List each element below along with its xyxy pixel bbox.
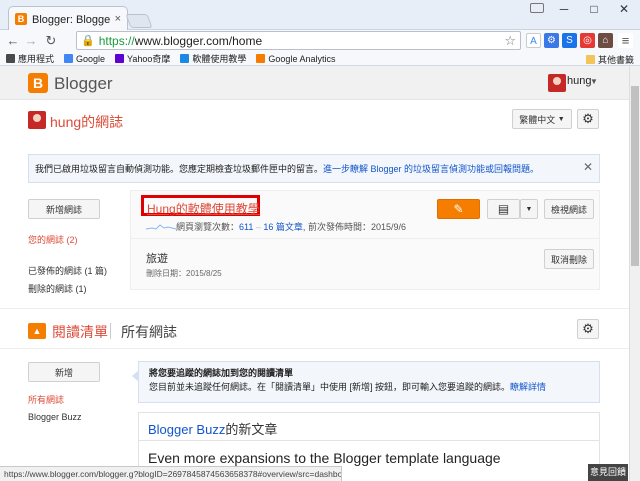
post-count[interactable]: 16 篇文章 [263,222,303,232]
spam-notice: 我們已啟用垃圾留言自動偵測功能。您應定期檢查垃圾郵件匣中的留言。 進一步瞭解 Bl… [28,154,600,183]
new-post-button[interactable]: ✎ [437,199,480,219]
page-scrollbar[interactable] [629,66,640,481]
apps-grid-icon [6,54,15,63]
blogger-favicon-icon: B [15,12,27,25]
learn-more-link[interactable]: 瞭解詳情 [510,382,546,392]
status-bar: https://www.blogger.com/blogger.g?blogID… [0,466,342,481]
back-icon[interactable]: ← [4,33,22,49]
pencil-icon: ✎ [453,202,464,216]
url-scheme: https:// [98,33,135,48]
url-path: www.blogger.com/home [134,33,263,48]
divider [110,323,111,339]
sidebar-item-blogger-buzz[interactable]: Blogger Buzz [28,412,82,422]
extension-icon[interactable]: ⚙ [544,33,559,48]
chevron-down-icon: ▼ [557,115,565,123]
list-icon: ▤ [497,202,510,216]
forward-icon[interactable]: → [22,33,40,49]
divider [138,440,600,441]
info-text: 您目前並未追蹤任何網誌。在「閱讀清單」中使用 [新增] 按鈕，即可輸入您要追蹤的… [149,382,511,392]
new-tab-button[interactable] [125,14,153,28]
feedback-button[interactable]: 意見回饋 [588,464,628,481]
user-name[interactable]: hung [567,75,591,87]
bookmark-yahoo[interactable]: Yahoo奇摩 [115,52,170,65]
google-icon [64,54,74,63]
blog-avatar [28,111,46,129]
bookmark-tutorial[interactable]: 軟體使用教學 [180,52,246,65]
browser-titlebar: B Blogger: Blogger 資訊主 × ─ □ ✕ [0,0,640,30]
extension-icon[interactable]: ◎ [580,33,595,48]
blog-name-link[interactable]: Hung的軟體使用教學 [147,200,260,217]
page-title[interactable]: hung的網誌 [50,112,123,132]
bookmark-analytics[interactable]: Google Analytics [256,54,335,64]
close-window-button[interactable]: ✕ [610,2,638,16]
posts-list-button[interactable]: ▤ [487,199,520,219]
info-title: 將您要追蹤的網誌加到您的閱讀清單 [149,368,294,378]
tab-close-icon[interactable]: × [115,13,121,25]
blogger-logo-icon[interactable]: B [28,73,48,93]
lock-icon: 🔒 [81,35,95,47]
bookmark-star-icon[interactable]: ☆ [504,33,516,49]
collapse-icon[interactable]: ▲ [28,323,46,339]
language-select[interactable]: 繁體中文 ▼ [512,109,572,129]
sidebar-item-deleted[interactable]: 刪除的網誌 (1) [28,282,87,295]
menu-icon[interactable]: ≡ [618,33,633,48]
sidebar-item-published[interactable]: 已發佈的網誌 (1 篇) [28,264,107,277]
divider [130,238,600,239]
close-icon[interactable]: ✕ [583,160,593,174]
pageview-sparkline [146,224,176,230]
analytics-icon [256,54,266,63]
reading-list-info: 將您要追蹤的網誌加到您的閱讀清單 您目前並未追蹤任何網誌。在「閱讀清單」中使用 … [132,361,600,403]
scrollbar-thumb[interactable] [631,86,639,266]
extension-icon[interactable]: ⌂ [598,33,613,48]
reload-icon[interactable]: ↻ [42,33,60,49]
avatar[interactable] [548,74,566,92]
undelete-button[interactable]: 取消刪除 [544,249,594,269]
chevron-down-icon: ▼ [525,205,533,213]
blog-options-dropdown[interactable]: ▼ [520,199,538,219]
notice-link[interactable]: 進一步瞭解 Blogger 的垃圾留言偵測功能或回報問題。 [323,162,539,175]
folder-icon [585,55,595,64]
all-blogs-title: 所有網誌 [121,324,177,340]
sidebar-item-all-blogs[interactable]: 所有網誌 [28,393,64,406]
blogger-page: B Blogger hung ▼ hung的網誌 繁體中文 ▼ ⚙ 我們已啟用垃… [0,66,629,481]
blog-stats: 網頁瀏覽次數：611 – 16 篇文章, 前次發佈時間：2015/9/6 [176,222,406,232]
last-published: 前次發佈時間：2015/9/6 [307,222,406,232]
pageviews-count[interactable]: 611 [239,222,253,232]
blogger-header: B Blogger hung ▼ [0,66,629,100]
new-blog-button[interactable]: 新增網誌 [28,199,100,219]
bookmarks-bar: 應用程式 Google Yahoo奇摩 軟體使用教學 Google Analyt… [0,52,640,66]
address-bar-row: ← → ↻ 🔒 https://www.blogger.com/home ☆ A… [0,30,640,52]
sidebar-item-your-blogs[interactable]: 您的網誌 (2) [28,233,78,246]
bookmark-google[interactable]: Google [64,54,105,64]
bookmark-icon [180,54,190,63]
user-profile-icon[interactable] [530,3,544,13]
deleted-blog-name: 旅遊 [146,253,168,265]
minimize-button[interactable]: ─ [550,2,578,16]
deleted-date: 刪除日期：2015/8/25 [146,269,222,278]
chevron-down-icon[interactable]: ▼ [590,77,598,86]
add-button[interactable]: 新增 [28,362,100,382]
other-bookmarks[interactable]: 其他書籤 [585,53,634,66]
divider [0,348,629,349]
feed-blog-link[interactable]: Blogger Buzz [148,422,225,437]
gear-icon[interactable]: ⚙ [577,109,599,129]
maximize-button[interactable]: □ [580,2,608,16]
feed-post-title[interactable]: Even more expansions to the Blogger temp… [148,450,501,466]
yahoo-icon [115,54,125,63]
view-blog-button[interactable]: 檢視網誌 [544,199,594,219]
bookmark-apps[interactable]: 應用程式 [6,52,54,65]
pageviews-label: 網頁瀏覽次數： [176,222,240,232]
app-name[interactable]: Blogger [54,74,113,94]
feed-title: Blogger Buzz的新文章 [148,422,278,437]
browser-tab[interactable]: B Blogger: Blogger 資訊主 × [8,6,128,30]
reading-list-title[interactable]: 閱讀清單 [52,322,108,342]
translate-extension-icon[interactable]: A [526,33,541,48]
tab-title: Blogger: Blogger 資訊主 [32,13,110,26]
extension-icon[interactable]: S [562,33,577,48]
url-input[interactable]: 🔒 https://www.blogger.com/home ☆ [76,31,521,50]
gear-icon[interactable]: ⚙ [577,319,599,339]
notice-text: 我們已啟用垃圾留言自動偵測功能。您應定期檢查垃圾郵件匣中的留言。 [35,164,324,174]
